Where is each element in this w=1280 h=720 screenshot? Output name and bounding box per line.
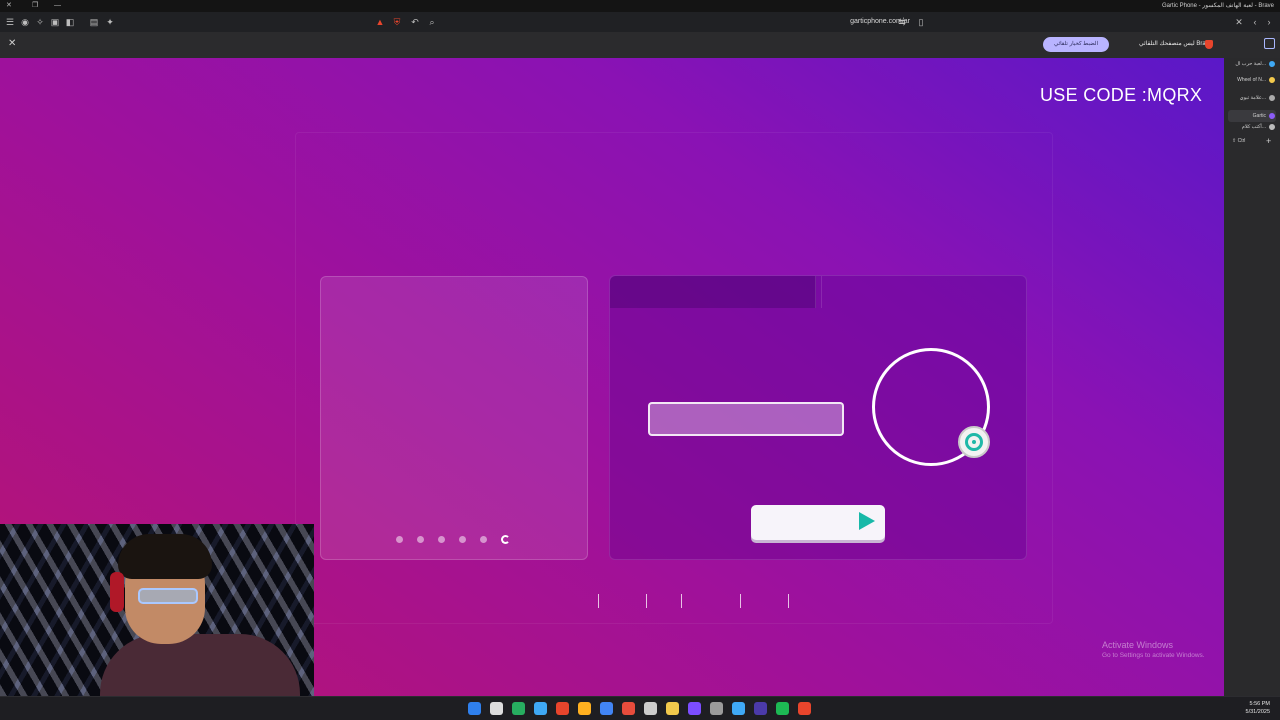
- vertical-tab-strip: لعبة حرب ال... Wheel of N... علامة تبوي.…: [1224, 58, 1280, 696]
- play-icon: [859, 512, 875, 530]
- how-to-play-panel: [320, 276, 588, 560]
- favicon-icon: [1269, 61, 1275, 67]
- carousel-dots: [396, 535, 510, 548]
- extensions-icon[interactable]: ✦: [104, 16, 116, 28]
- windows-taskbar: 5:56 PM 5/31/2025: [0, 696, 1280, 720]
- streamer-image: [90, 534, 300, 696]
- close-icon[interactable]: ✕: [1233, 16, 1245, 28]
- activate-windows-watermark: Activate Windows Go to Settings to activ…: [1102, 640, 1205, 659]
- new-tab-icon[interactable]: +: [1266, 136, 1271, 146]
- taskbar-app-icon[interactable]: [710, 702, 723, 715]
- back-icon[interactable]: ‹: [1249, 16, 1261, 28]
- tab-item[interactable]: علامة تبوي...: [1228, 92, 1276, 104]
- tab-item[interactable]: أكتب كلام...: [1228, 121, 1276, 133]
- translate-icon[interactable]: ⇆: [896, 16, 908, 28]
- taskbar-app-icon[interactable]: [688, 702, 701, 715]
- bookmark-icon[interactable]: ▯: [915, 16, 927, 28]
- taskbar-app-icon[interactable]: [666, 702, 679, 715]
- taskbar-app-icon[interactable]: [644, 702, 657, 715]
- taskbar-app-icon[interactable]: [600, 702, 613, 715]
- taskbar-app-icon[interactable]: [754, 702, 767, 715]
- location-icon[interactable]: ◉: [19, 16, 31, 28]
- infobar-close-icon[interactable]: ✕: [8, 38, 16, 49]
- back-history-icon[interactable]: ↶: [409, 16, 421, 28]
- window-titlebar: ✕ ❐ — Gartic Phone - لعبة الهاتف المكسور…: [0, 0, 1280, 12]
- carousel-dot[interactable]: [396, 536, 403, 543]
- tab-label: علامة تبوي...: [1239, 95, 1266, 101]
- carousel-dot[interactable]: [480, 536, 487, 543]
- close-window-icon[interactable]: ✕: [6, 0, 12, 12]
- footer-separator: [788, 594, 789, 608]
- tab-label: أكتب كلام...: [1241, 124, 1266, 130]
- restore-window-icon[interactable]: ❐: [32, 0, 38, 12]
- taskbar-app-icon[interactable]: [622, 702, 635, 715]
- brave-shields-icon[interactable]: ⛨: [391, 16, 403, 28]
- footer-separator: [646, 594, 647, 608]
- sidebar-toggle-icon[interactable]: [1264, 38, 1275, 49]
- tab-label: Wheel of N...: [1237, 77, 1266, 83]
- forward-icon[interactable]: ›: [1263, 16, 1275, 28]
- carousel-dot[interactable]: [459, 536, 466, 543]
- favicon-icon: [1269, 77, 1275, 83]
- taskbar-app-icon[interactable]: [776, 702, 789, 715]
- favicon-icon: [1269, 95, 1275, 101]
- system-clock[interactable]: 5:56 PM 5/31/2025: [1246, 700, 1270, 716]
- tab-layout-icon[interactable]: ▣: [49, 16, 61, 28]
- bookmarks-icon[interactable]: ▤: [88, 16, 100, 28]
- menu-icon[interactable]: ☰: [4, 16, 16, 28]
- clock-time: 5:56 PM: [1249, 701, 1270, 707]
- favicon-icon: [1269, 113, 1275, 119]
- footer-separator: [681, 594, 682, 608]
- footer-separator: [598, 594, 599, 608]
- carousel-dot[interactable]: [417, 536, 424, 543]
- minimize-window-icon[interactable]: —: [54, 0, 61, 12]
- window-title: Gartic Phone - لعبة الهاتف المكسور - Bra…: [1161, 3, 1274, 9]
- taskbar-app-icon[interactable]: [512, 702, 525, 715]
- set-default-button[interactable]: الضبط كخيار تلقائي: [1043, 37, 1109, 52]
- tab-label: لعبة حرب ال...: [1235, 61, 1266, 67]
- carousel-dot[interactable]: [438, 536, 445, 543]
- tab-label: Gartic: [1252, 113, 1266, 119]
- taskbar-app-icon[interactable]: [798, 702, 811, 715]
- taskbar-app-icon[interactable]: [468, 702, 481, 715]
- brave-rewards-icon[interactable]: ▲: [374, 16, 386, 28]
- loading-spinner-icon: [501, 535, 510, 544]
- ctrl-hint: ⇧ Ctrl: [1232, 138, 1246, 144]
- tab-anonymous[interactable]: [610, 276, 816, 308]
- taskbar-app-icon[interactable]: [556, 702, 569, 715]
- favicon-icon: [1269, 124, 1275, 130]
- webcam-overlay: [0, 524, 314, 696]
- tab-item[interactable]: لعبة حرب ال...: [1228, 58, 1276, 70]
- taskbar-app-icon[interactable]: [534, 702, 547, 715]
- tab-item[interactable]: Wheel of N...: [1228, 74, 1276, 86]
- tab-authenticated[interactable]: [821, 276, 1027, 308]
- infobar-message: Brave ليس متصفحك التلقائي: [1139, 41, 1212, 47]
- footer-separator: [740, 594, 741, 608]
- watermark-line2: Go to Settings to activate Windows.: [1102, 652, 1205, 659]
- brave-logo-icon: [1205, 40, 1213, 49]
- sidebar-layout-icon[interactable]: ◧: [64, 16, 76, 28]
- watermark-line1: Activate Windows: [1102, 640, 1174, 650]
- browser-toolbar: ☰ ◉ ✧ ▣ ◧ ▤ ✦ ▲ ⛨ ↶ ⌕ garticphone.com/ar…: [0, 12, 1280, 32]
- pin-icon[interactable]: ✧: [34, 16, 46, 28]
- clock-date: 5/31/2025: [1245, 709, 1270, 715]
- taskbar-app-icon[interactable]: [578, 702, 591, 715]
- address-bar[interactable]: garticphone.com/ar: [780, 15, 910, 29]
- avatar-randomize-icon[interactable]: [958, 426, 990, 458]
- taskbar-app-icon[interactable]: [490, 702, 503, 715]
- search-icon[interactable]: ⌕: [426, 16, 438, 28]
- start-button[interactable]: [751, 505, 885, 540]
- nickname-input[interactable]: [648, 402, 844, 436]
- default-browser-infobar: ✕ الضبط كخيار تلقائي Brave ليس متصفحك ال…: [0, 32, 1280, 58]
- player-setup-panel: [609, 275, 1027, 560]
- taskbar-app-icon[interactable]: [732, 702, 745, 715]
- stream-code-overlay: USE CODE :MQRX: [1040, 85, 1203, 105]
